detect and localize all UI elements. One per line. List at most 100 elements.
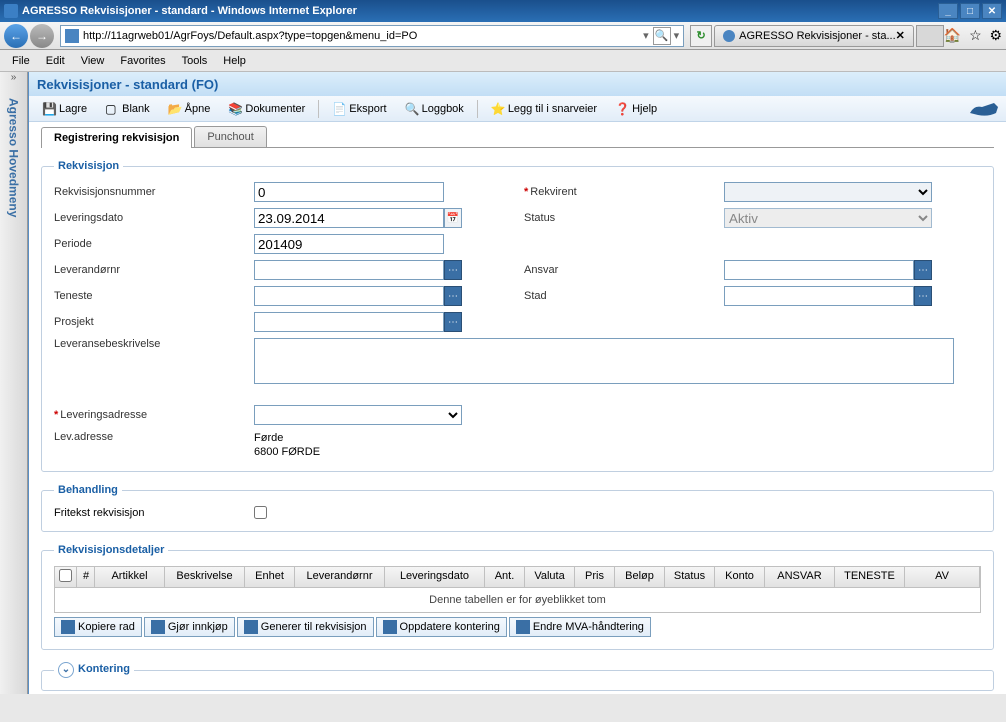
input-teneste[interactable] (254, 286, 444, 306)
update-accounting-button[interactable]: Oppdatere kontering (376, 617, 507, 637)
sidebar-label: Agresso Hovedmeny (7, 98, 21, 217)
copy-row-button[interactable]: Kopiere rad (54, 617, 142, 637)
cart-icon (151, 620, 165, 634)
input-rekvnr[interactable] (254, 182, 444, 202)
input-ansvar[interactable] (724, 260, 914, 280)
sidebar-collapsed[interactable]: » Agresso Hovedmeny (0, 72, 28, 694)
calendar-icon[interactable]: 📅 (444, 208, 462, 228)
col-konto[interactable]: Konto (715, 567, 765, 587)
col-belop[interactable]: Beløp (615, 567, 665, 587)
browser-menubar: File Edit View Favorites Tools Help (0, 50, 1006, 72)
details-header-row: # Artikkel Beskrivelse Enhet Leverandørn… (54, 566, 981, 588)
tab-punchout[interactable]: Punchout (194, 126, 266, 147)
help-button[interactable]: ❓Hjelp (608, 99, 664, 119)
menu-favorites[interactable]: Favorites (112, 53, 173, 69)
close-tab-icon[interactable]: ✕ (896, 29, 905, 42)
col-av[interactable]: AV (905, 567, 980, 587)
address-bar[interactable]: http://11agrweb01/AgrFoys/Default.aspx?t… (60, 25, 684, 47)
menu-file[interactable]: File (4, 53, 38, 69)
documents-button[interactable]: 📚Dokumenter (221, 99, 312, 119)
col-status[interactable]: Status (665, 567, 715, 587)
page-icon (65, 29, 79, 43)
browser-navbar: ← → http://11agrweb01/AgrFoys/Default.as… (0, 22, 1006, 50)
col-beskrivelse[interactable]: Beskrivelse (165, 567, 245, 587)
blank-icon: ▢ (105, 102, 119, 116)
col-pris[interactable]: Pris (575, 567, 615, 587)
lookup-leverandor-icon[interactable]: ⋯ (444, 260, 462, 280)
menu-edit[interactable]: Edit (38, 53, 73, 69)
label-status: Status (524, 212, 724, 224)
fieldset-rekvisisjon: Rekvisisjon Rekvisisjonsnummer *Rekviren… (41, 160, 994, 472)
browser-tab-active[interactable]: AGRESSO Rekvisisjoner - sta... ✕ (714, 25, 914, 47)
star-icon: ⭐ (491, 102, 505, 116)
col-ant[interactable]: Ant. (485, 567, 525, 587)
label-rekvnr: Rekvisisjonsnummer (54, 186, 254, 198)
select-all-checkbox[interactable] (59, 569, 72, 582)
maximize-button[interactable]: □ (960, 3, 980, 19)
label-levadr: *Leveringsadresse (54, 409, 254, 421)
logbook-button[interactable]: 🔍Loggbok (398, 99, 471, 119)
purchase-button[interactable]: Gjør innkjøp (144, 617, 235, 637)
label-levbeskrivelse: Leveransebeskrivelse (54, 338, 254, 350)
legend-detaljer: Rekvisisjonsdetaljer (54, 544, 168, 556)
textarea-levbeskrivelse[interactable] (254, 338, 954, 384)
lookup-teneste-icon[interactable]: ⋯ (444, 286, 462, 306)
generate-button[interactable]: Generer til rekvisisjon (237, 617, 374, 637)
menu-help[interactable]: Help (215, 53, 254, 69)
forward-button[interactable]: → (30, 24, 54, 48)
checkbox-fritekst[interactable] (254, 506, 267, 519)
vat-button[interactable]: Endre MVA-håndtering (509, 617, 651, 637)
export-button[interactable]: 📄Eksport (325, 99, 393, 119)
url-text: http://11agrweb01/AgrFoys/Default.aspx?t… (83, 30, 643, 42)
refresh-button[interactable]: ↻ (690, 25, 712, 47)
search-icon[interactable]: 🔍 (653, 27, 671, 45)
label-teneste: Teneste (54, 290, 254, 302)
col-leveringsdato[interactable]: Leveringsdato (385, 567, 485, 587)
col-teneste[interactable]: TENESTE (835, 567, 905, 587)
new-tab-button[interactable] (916, 25, 944, 47)
input-periode[interactable] (254, 234, 444, 254)
expand-icon[interactable]: » (11, 72, 17, 90)
favorites-icon[interactable]: ☆ (969, 27, 982, 43)
globe-icon (723, 30, 735, 42)
legend-kontering[interactable]: ⌄Kontering (54, 662, 134, 678)
minimize-button[interactable]: _ (938, 3, 958, 19)
select-rekvirent[interactable] (724, 182, 932, 202)
add-shortcut-button[interactable]: ⭐Legg til i snarveier (484, 99, 604, 119)
home-icon[interactable]: 🏠 (944, 27, 961, 43)
fieldset-detaljer: Rekvisisjonsdetaljer # Artikkel Beskrive… (41, 544, 994, 650)
save-button[interactable]: 💾Lagre (35, 99, 94, 119)
label-ansvar: Ansvar (524, 264, 724, 276)
input-levdato[interactable] (254, 208, 444, 228)
close-window-button[interactable]: ✕ (982, 3, 1002, 19)
col-hash[interactable]: # (77, 567, 95, 587)
input-leverandor[interactable] (254, 260, 444, 280)
select-levadr[interactable] (254, 405, 462, 425)
col-leverandornr[interactable]: Leverandørnr (295, 567, 385, 587)
col-artikkel[interactable]: Artikkel (95, 567, 165, 587)
menu-tools[interactable]: Tools (174, 53, 216, 69)
back-button[interactable]: ← (4, 24, 28, 48)
label-levadr-text: Lev.adresse (54, 431, 254, 443)
label-stad: Stad (524, 290, 724, 302)
input-prosjekt[interactable] (254, 312, 444, 332)
tab-label: AGRESSO Rekvisisjoner - sta... (739, 30, 896, 42)
lookup-prosjekt-icon[interactable]: ⋯ (444, 312, 462, 332)
bull-logo-icon (968, 99, 1000, 119)
input-stad[interactable] (724, 286, 914, 306)
label-periode: Periode (54, 238, 254, 250)
open-button[interactable]: 📂Åpne (161, 99, 218, 119)
col-valuta[interactable]: Valuta (525, 567, 575, 587)
menu-view[interactable]: View (73, 53, 113, 69)
col-enhet[interactable]: Enhet (245, 567, 295, 587)
label-fritekst: Fritekst rekvisisjon (54, 507, 254, 519)
ie-icon (4, 4, 18, 18)
label-leverandor: Leverandørnr (54, 264, 254, 276)
col-ansvar[interactable]: ANSVAR (765, 567, 835, 587)
blank-button[interactable]: ▢Blank (98, 99, 157, 119)
lookup-ansvar-icon[interactable]: ⋯ (914, 260, 932, 280)
tools-icon[interactable]: ⚙ (989, 27, 1002, 43)
update-icon (383, 620, 397, 634)
tab-registrering[interactable]: Registrering rekvisisjon (41, 127, 192, 148)
lookup-stad-icon[interactable]: ⋯ (914, 286, 932, 306)
